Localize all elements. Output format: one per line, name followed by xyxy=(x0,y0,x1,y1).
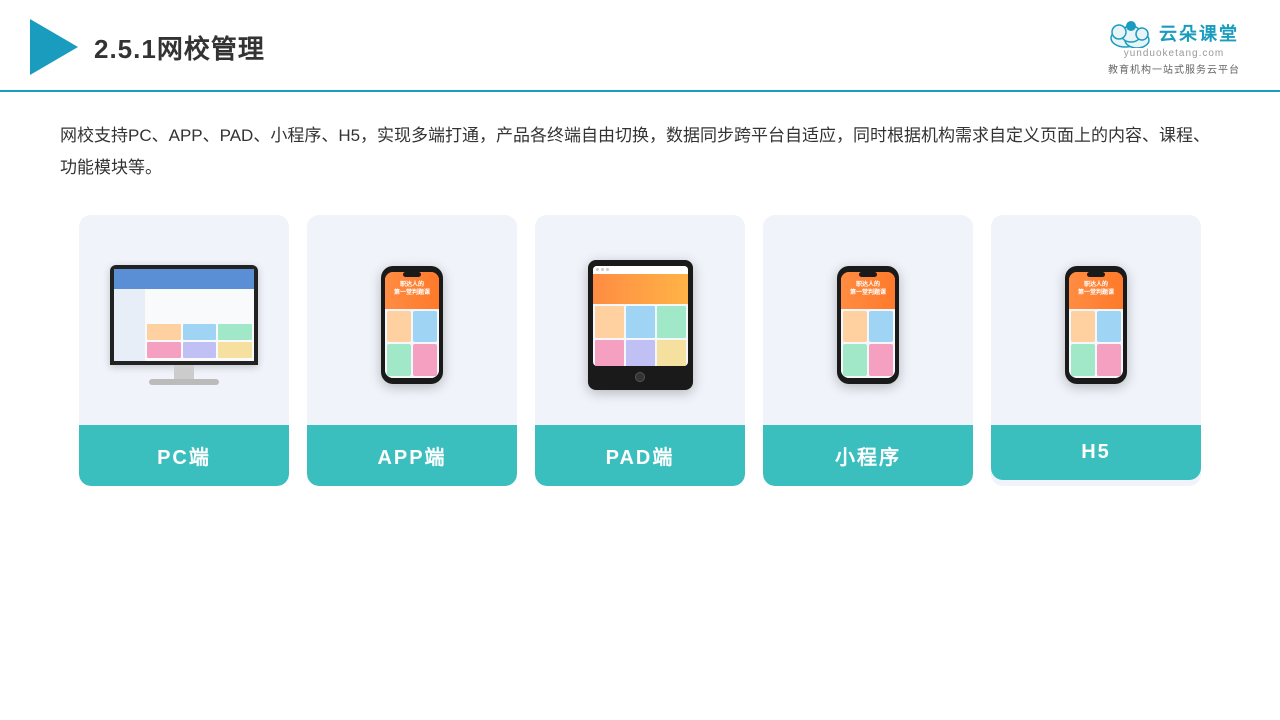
device-card-app: 职达人的第一堂判题课 APP端 xyxy=(307,215,517,486)
phone-app-icon: 职达人的第一堂判题课 xyxy=(381,266,443,384)
brand-name: 云朵课堂 xyxy=(1159,20,1239,46)
cloud-icon xyxy=(1109,18,1153,48)
brand-logo: 云朵课堂 xyxy=(1109,18,1239,48)
h5-label: H5 xyxy=(991,425,1201,480)
devices-container: PC端 职达人的第一堂判题课 xyxy=(60,215,1220,486)
pad-label: PAD端 xyxy=(535,425,745,486)
brand-url: yunduoketang.com xyxy=(1124,48,1225,59)
header-left: 2.5.1网校管理 xyxy=(30,19,265,75)
phone-h5-icon: 职达人的第一堂判题课 xyxy=(1065,266,1127,384)
main-content: 网校支持PC、APP、PAD、小程序、H5，实现多端打通，产品各终端自由切换，数… xyxy=(0,92,1280,506)
device-card-miniprogram: 职达人的第一堂判题课 小程序 xyxy=(763,215,973,486)
pc-image-area xyxy=(79,215,289,425)
pc-monitor-icon xyxy=(110,265,258,385)
app-label: APP端 xyxy=(307,425,517,486)
app-image-area: 职达人的第一堂判题课 xyxy=(307,215,517,425)
device-card-pc: PC端 xyxy=(79,215,289,486)
device-card-pad: PAD端 xyxy=(535,215,745,486)
page-title: 2.5.1网校管理 xyxy=(94,29,265,66)
device-card-h5: 职达人的第一堂判题课 H5 xyxy=(991,215,1201,486)
description-text: 网校支持PC、APP、PAD、小程序、H5，实现多端打通，产品各终端自由切换，数… xyxy=(60,120,1220,185)
miniprogram-image-area: 职达人的第一堂判题课 xyxy=(763,215,973,425)
brand-tagline: 教育机构一站式服务云平台 xyxy=(1108,61,1240,76)
tablet-icon xyxy=(588,260,693,390)
pc-label: PC端 xyxy=(79,425,289,486)
page-header: 2.5.1网校管理 云朵课堂 yunduoketang.com 教育机构一站式服… xyxy=(0,0,1280,92)
miniprogram-label: 小程序 xyxy=(763,425,973,486)
h5-image-area: 职达人的第一堂判题课 xyxy=(991,215,1201,425)
header-right: 云朵课堂 yunduoketang.com 教育机构一站式服务云平台 xyxy=(1108,18,1240,76)
logo-triangle-icon xyxy=(30,19,78,75)
phone-miniprogram-icon: 职达人的第一堂判题课 xyxy=(837,266,899,384)
pad-image-area xyxy=(535,215,745,425)
